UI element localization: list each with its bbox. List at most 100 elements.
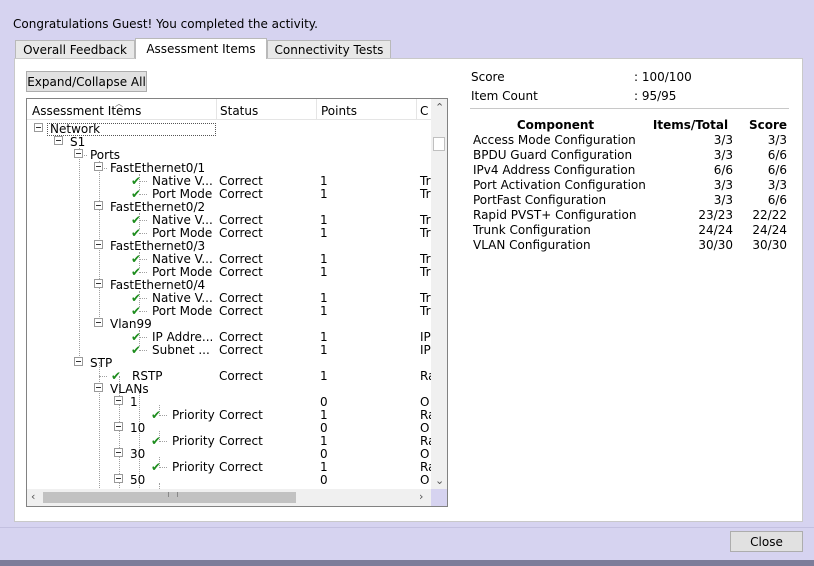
check-icon: ✔ — [131, 304, 142, 318]
vertical-scrollbar[interactable]: ⌃ ⌄ — [431, 99, 447, 489]
collapse-icon[interactable] — [94, 240, 103, 249]
tree-node-label: S1 — [70, 136, 86, 149]
tree-node-label: Network — [50, 123, 101, 136]
collapse-icon[interactable] — [94, 162, 103, 171]
tree-node-label: FastEthernet0/4 — [110, 279, 206, 292]
tree-node[interactable]: S1 — [27, 136, 431, 149]
check-icon: ✔ — [151, 434, 162, 448]
column-status[interactable]: Status — [220, 104, 258, 118]
scroll-right-icon[interactable]: › — [419, 491, 423, 503]
item-points: 1 — [320, 187, 328, 201]
item-points: 1 — [320, 304, 328, 318]
collapse-icon[interactable] — [114, 474, 123, 483]
tab-assessment-items[interactable]: Assessment Items — [135, 38, 267, 59]
scroll-up-icon[interactable]: ⌃ — [435, 102, 444, 114]
item-points: 1 — [320, 369, 328, 383]
item-points: 0 — [320, 473, 328, 487]
tree-node[interactable]: Network — [27, 123, 431, 136]
collapse-icon[interactable] — [74, 357, 83, 366]
item-count-label: Item Count — [471, 89, 538, 103]
tree-node-label: 1 — [130, 396, 138, 409]
tree-node[interactable]: VLANs — [27, 383, 431, 396]
tree-node[interactable]: Ports — [27, 149, 431, 162]
check-icon: ✔ — [131, 226, 142, 240]
item-label: IP Addre... — [152, 331, 212, 344]
column-points[interactable]: Points — [321, 104, 357, 118]
tab-overall-feedback[interactable]: Overall Feedback — [15, 40, 135, 58]
component-name: VLAN Configuration — [473, 238, 591, 252]
component-row: Rapid PVST+ Configuration 23/23 22/22 — [473, 208, 789, 223]
horizontal-scrollbar[interactable]: ‹ › — [27, 489, 431, 506]
close-button[interactable]: Close — [730, 531, 803, 552]
collapse-icon[interactable] — [94, 318, 103, 327]
collapse-icon[interactable] — [94, 279, 103, 288]
table-row[interactable]: ✔ RSTP Correct 1 Ra — [27, 369, 435, 383]
table-row[interactable]: ✔ Port Mode Correct 1 Tr — [27, 227, 431, 240]
component-row: Port Activation Configuration 3/3 3/3 — [473, 178, 789, 193]
score-value: : 100/100 — [634, 70, 692, 84]
item-status: Correct — [219, 460, 263, 474]
collapse-icon[interactable] — [94, 383, 103, 392]
item-status: Correct — [219, 434, 263, 448]
table-row[interactable]: ✔ Priority Correct 1 Ra — [27, 409, 435, 422]
tree-node[interactable]: 50 0 O — [27, 474, 431, 487]
item-label: RSTP — [132, 370, 163, 383]
component-name: Port Activation Configuration — [473, 178, 646, 192]
table-row[interactable]: ✔ Port Mode Correct 1 Tr — [27, 305, 431, 318]
component-items: 24/24 — [698, 223, 733, 237]
check-icon: ✔ — [131, 265, 142, 279]
item-label: Priority — [172, 409, 215, 422]
column-assessment-items[interactable]: Assessment Items — [32, 104, 141, 118]
scroll-left-icon[interactable]: ‹ — [31, 491, 35, 503]
item-count-value: : 95/95 — [634, 89, 677, 103]
window-bottom-edge — [0, 560, 814, 566]
table-row[interactable]: ✔ Priority Correct 1 Ra — [27, 460, 435, 474]
column-c[interactable]: C — [420, 104, 428, 118]
tree-node-label: 50 — [130, 474, 146, 487]
table-row[interactable]: ✔ Port Mode Correct 1 Tr — [27, 266, 431, 279]
scroll-down-icon[interactable]: ⌄ — [435, 475, 444, 487]
component-items: 3/3 — [713, 178, 733, 192]
tree-node-label: Ports — [90, 149, 121, 162]
table-row[interactable]: ✔ Subnet ... Correct 1 IP — [27, 344, 431, 357]
collapse-icon[interactable] — [114, 422, 123, 431]
tree-node-label: FastEthernet0/3 — [110, 240, 206, 253]
score-label: Score — [471, 70, 505, 84]
table-row[interactable]: ✔ Priority Correct 1 Ra — [27, 434, 435, 448]
column-divider[interactable] — [416, 99, 417, 119]
item-label: Port Mode — [152, 305, 212, 318]
item-label: Native V... — [152, 292, 212, 305]
vertical-scroll-thumb[interactable] — [433, 137, 445, 151]
check-icon: ✔ — [111, 369, 122, 383]
collapse-icon[interactable] — [114, 396, 123, 405]
component-score: 24/24 — [752, 223, 787, 237]
component-name: BPDU Guard Configuration — [473, 148, 633, 162]
item-c: IP — [420, 343, 431, 357]
item-label: Native V... — [152, 253, 212, 266]
item-points: 1 — [320, 226, 328, 240]
collapse-icon[interactable] — [34, 123, 43, 132]
component-row: Access Mode Configuration 3/3 3/3 — [473, 133, 789, 148]
header-items-total: Items/Total — [652, 118, 729, 132]
column-divider[interactable] — [316, 99, 317, 119]
component-items: 3/3 — [713, 133, 733, 147]
collapse-icon[interactable] — [74, 149, 83, 158]
collapse-icon[interactable] — [54, 136, 63, 145]
header-component: Component — [516, 118, 595, 132]
component-name: Trunk Configuration — [473, 223, 591, 237]
tab-connectivity-tests[interactable]: Connectivity Tests — [267, 40, 391, 58]
component-name: Access Mode Configuration — [473, 133, 636, 147]
item-label: Port Mode — [152, 188, 212, 201]
collapse-icon[interactable] — [114, 448, 123, 457]
item-status: Correct — [219, 265, 263, 279]
item-points: 1 — [320, 343, 328, 357]
item-label: Priority — [172, 435, 215, 448]
expand-collapse-all-button[interactable]: Expand/Collapse All — [26, 71, 147, 92]
component-name: Rapid PVST+ Configuration — [473, 208, 637, 222]
table-row[interactable]: ✔ Port Mode Correct 1 Tr — [27, 188, 431, 201]
collapse-icon[interactable] — [94, 201, 103, 210]
column-divider[interactable] — [216, 99, 217, 119]
item-label: Native V... — [152, 214, 212, 227]
assessment-tree[interactable]: ︿ Assessment Items Status Points C Netwo… — [26, 98, 448, 507]
item-status: Correct — [219, 304, 263, 318]
